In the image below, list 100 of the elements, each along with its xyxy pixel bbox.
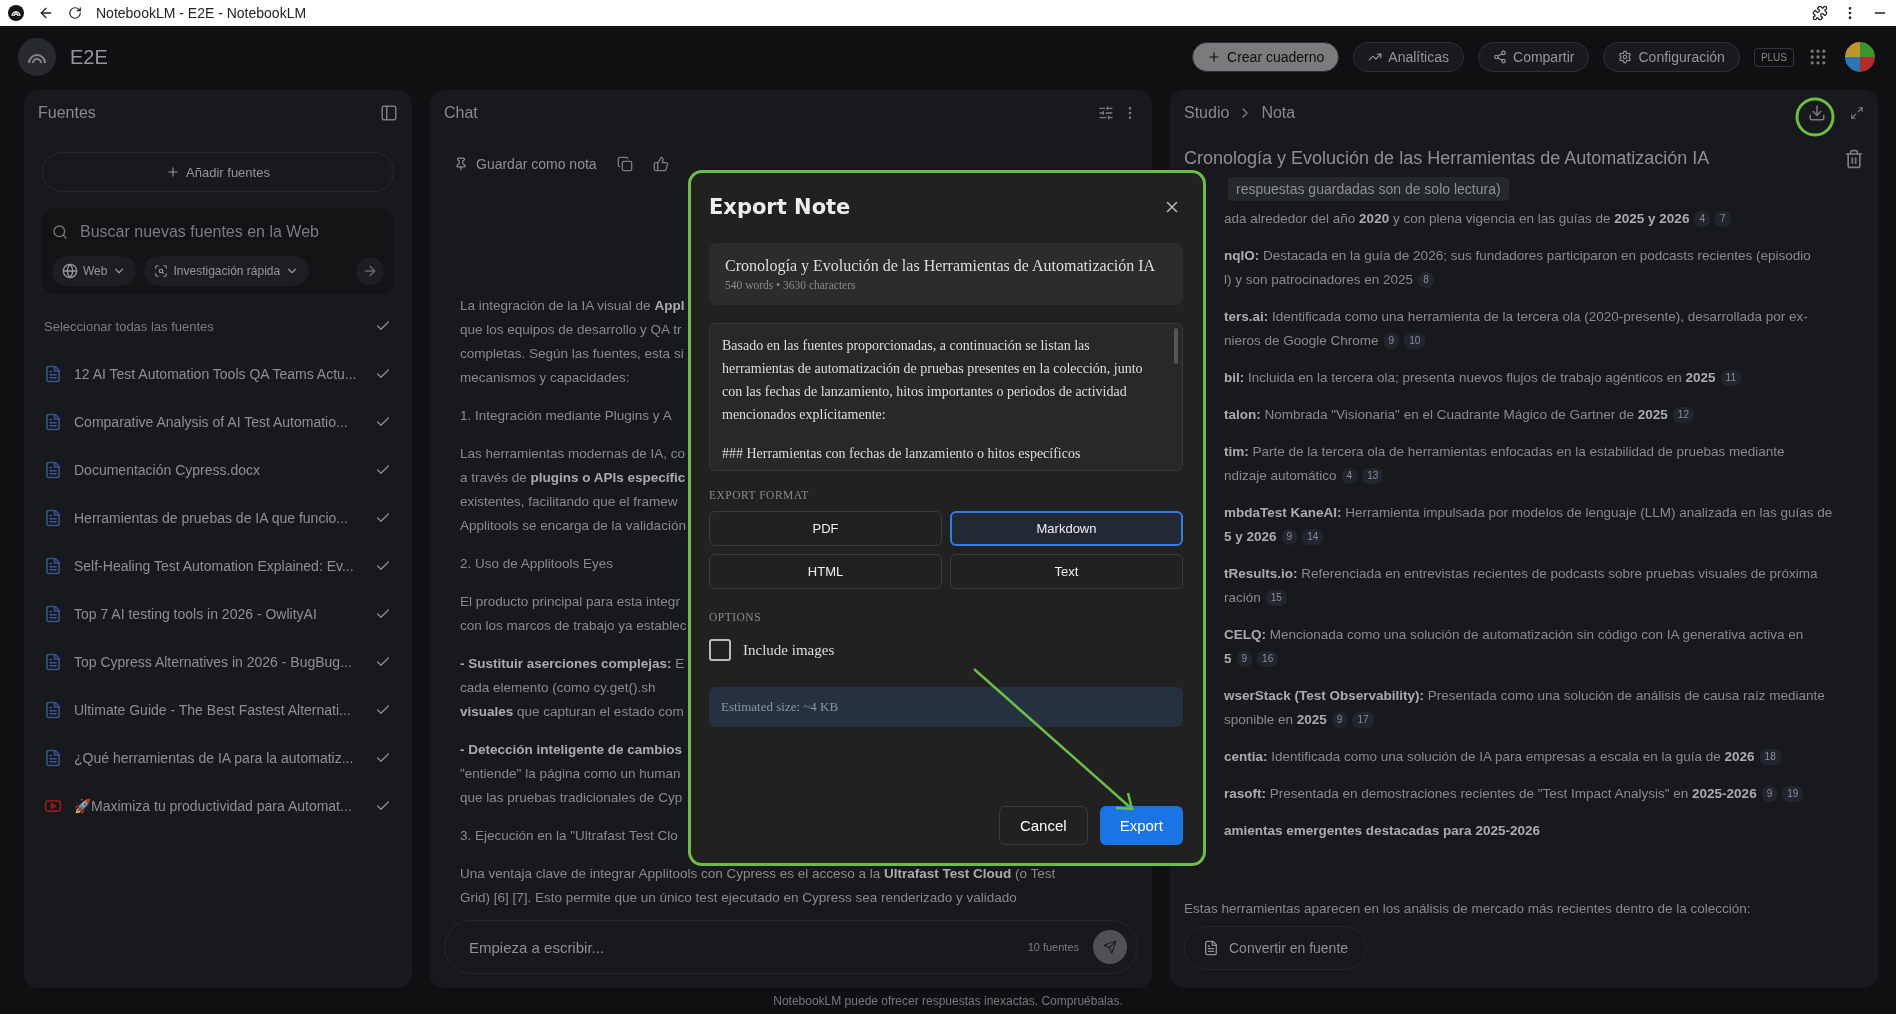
citation-chip[interactable]: 4	[1341, 468, 1358, 485]
chat-text: El producto principal para esta integr	[460, 593, 680, 611]
document-icon	[44, 509, 62, 527]
note-text: wserStack (Test Observability): Presentada como una solución de análisis de causa raíz mediante	[1224, 688, 1825, 703]
citation-chip[interactable]: 14	[1302, 529, 1324, 546]
citation-chip[interactable]: 9	[1383, 333, 1400, 350]
source-title[interactable]: Documentación Cypress.docx	[74, 462, 362, 478]
chat-text: a través de plugins o APIs específic	[460, 469, 686, 487]
citation-chip[interactable]: 11	[1720, 370, 1741, 387]
source-title[interactable]: Self-Healing Test Automation Explained: Ev...	[74, 558, 362, 574]
note-text: nieros de Google Chrome	[1224, 333, 1379, 348]
chat-text: Las herramientas modernas de IA, co	[460, 445, 686, 463]
chat-text: mecanismos y capacidades:	[460, 369, 630, 387]
note-text: ndizaje automático	[1224, 468, 1337, 483]
chat-text: existentes, facilitando que el framew	[460, 493, 678, 511]
citation-chip[interactable]: 10	[1404, 333, 1426, 350]
panel-title: Fuentes	[38, 104, 96, 122]
citation-chip[interactable]: 18	[1759, 749, 1781, 766]
send-icon	[1103, 940, 1117, 954]
chat-text: que los equipos de desarrollo y QA tr	[460, 321, 682, 339]
scrollbar	[1174, 328, 1178, 364]
download-icon[interactable]	[1808, 104, 1826, 122]
source-title[interactable]: ¿Qué herramientas de IA para la automatiz...	[74, 750, 362, 766]
citation-chip[interactable]: 16	[1257, 651, 1279, 668]
cancel-button[interactable]: Cancel	[998, 806, 1088, 845]
document-icon	[44, 413, 62, 431]
chat-text: con los marcos de trabajo ya establec	[460, 617, 687, 635]
thumbs-up-icon[interactable]	[652, 156, 669, 172]
avatar[interactable]	[1842, 39, 1878, 75]
source-title[interactable]: Herramientas de pruebas de IA que funcio...	[74, 510, 362, 526]
submit-button[interactable]	[356, 257, 384, 285]
source-title[interactable]: Comparative Analysis of AI Test Automatio...	[74, 414, 362, 430]
checkbox-label: Include images	[743, 641, 835, 659]
note-text: tim: Parte de la tercera ola de herramientas enfocadas en la estabilidad de pruebas mediante	[1224, 444, 1785, 459]
note-text: ada alrededor del año 2020 y con plena vigencia en las guías de 2025 y 2026	[1224, 211, 1690, 226]
section-label: EXPORT FORMAT	[709, 489, 810, 501]
app-logo-icon	[8, 5, 24, 21]
chat-input-field[interactable]: Empieza a escribir...	[467, 937, 1014, 957]
settings-button[interactable]: Configuración	[1603, 42, 1740, 72]
document-icon	[44, 749, 62, 767]
document-icon	[44, 605, 62, 623]
breadcrumb-current: Nota	[1261, 104, 1296, 122]
trash-icon[interactable]	[1844, 148, 1864, 169]
apps-grid-icon[interactable]	[1808, 47, 1828, 67]
citation-chip[interactable]: 9	[1236, 651, 1253, 668]
citation-chip[interactable]: 15	[1265, 590, 1287, 607]
sliders-icon[interactable]	[1098, 105, 1114, 121]
note-text: ración	[1224, 590, 1261, 605]
section-label: OPTIONS	[709, 611, 763, 623]
citation-chip[interactable]: 4	[1694, 211, 1710, 228]
notebook-logo[interactable]	[18, 38, 56, 76]
citation-chip[interactable]: 13	[1362, 468, 1384, 485]
web-dropdown[interactable]: Web	[52, 256, 137, 286]
citation-chip[interactable]: 9	[1331, 712, 1348, 729]
citation-chip[interactable]: 12	[1672, 407, 1694, 424]
extension-icon[interactable]	[1812, 5, 1828, 21]
checkbox[interactable]	[709, 639, 731, 661]
source-title[interactable]: 12 AI Test Automation Tools QA Teams Actu...	[74, 366, 362, 382]
analytics-button[interactable]: Analíticas	[1353, 42, 1464, 72]
format-option[interactable]: Text	[950, 554, 1183, 589]
source-title[interactable]: Top Cypress Alternatives in 2026 - BugBug...	[74, 654, 362, 670]
document-icon	[44, 701, 62, 719]
citation-chip[interactable]: 17	[1352, 712, 1374, 729]
window-title: NotebookLM - E2E - NotebookLM	[96, 5, 308, 21]
back-icon[interactable]	[38, 5, 54, 21]
export-button[interactable]: Export	[1099, 806, 1183, 845]
copy-icon[interactable]	[616, 156, 633, 172]
citation-chip[interactable]: 9	[1281, 529, 1298, 546]
panel-toggle-icon[interactable]	[380, 104, 398, 122]
panel-title: Chat	[444, 104, 478, 122]
expand-icon[interactable]	[1850, 106, 1864, 120]
document-icon	[44, 653, 62, 671]
source-title[interactable]: Top 7 AI testing tools in 2026 - OwlityAI	[74, 606, 362, 622]
format-option[interactable]: Markdown	[950, 511, 1183, 546]
chat-text: que las pruebas tradicionales de Cyp	[460, 789, 683, 807]
note-text: tResults.io: Referenciada en entrevistas recientes de podcasts sobre pruebas visuales de próxima	[1224, 566, 1818, 581]
format-option[interactable]: HTML	[709, 554, 942, 589]
citation-chip[interactable]: 8	[1418, 272, 1434, 289]
citation-chip[interactable]: 19	[1782, 786, 1804, 803]
estimate-text: Estimated size: ~4 KB	[721, 699, 839, 715]
note-text: sponible en 2025	[1224, 712, 1327, 727]
chat-text: Applitools se encarga de la validación	[460, 517, 686, 535]
read-only-notice: respuestas guardadas son de solo lectura)	[1228, 177, 1509, 201]
search-icon	[154, 264, 169, 278]
search-icon	[52, 224, 68, 240]
search-field[interactable]: Buscar nuevas fuentes en la Web	[78, 222, 384, 242]
research-dropdown[interactable]: Investigación rápida	[144, 256, 310, 286]
create-notebook-button[interactable]: Crear cuaderno	[1192, 42, 1340, 72]
highlight-circle	[1795, 97, 1835, 137]
source-title[interactable]: Ultimate Guide - The Best Fastest Alternati...	[74, 702, 362, 718]
breadcrumb-link[interactable]: Studio	[1184, 104, 1230, 122]
citation-chip[interactable]: 9	[1761, 786, 1778, 803]
format-option[interactable]: PDF	[709, 511, 942, 546]
select-all-label: Seleccionar todas las fuentes	[44, 318, 215, 334]
source-title[interactable]: 🚀Maximiza tu productividad para Automat...	[74, 798, 362, 814]
reload-icon[interactable]	[68, 6, 82, 20]
share-button[interactable]: Compartir	[1478, 42, 1590, 72]
citation-chip[interactable]: 7	[1714, 211, 1731, 228]
preview-text: ### Herramientas con fechas de lanzamiento o hitos específicos	[722, 445, 1082, 463]
save-note-button[interactable]: Guardar como nota	[454, 156, 597, 172]
